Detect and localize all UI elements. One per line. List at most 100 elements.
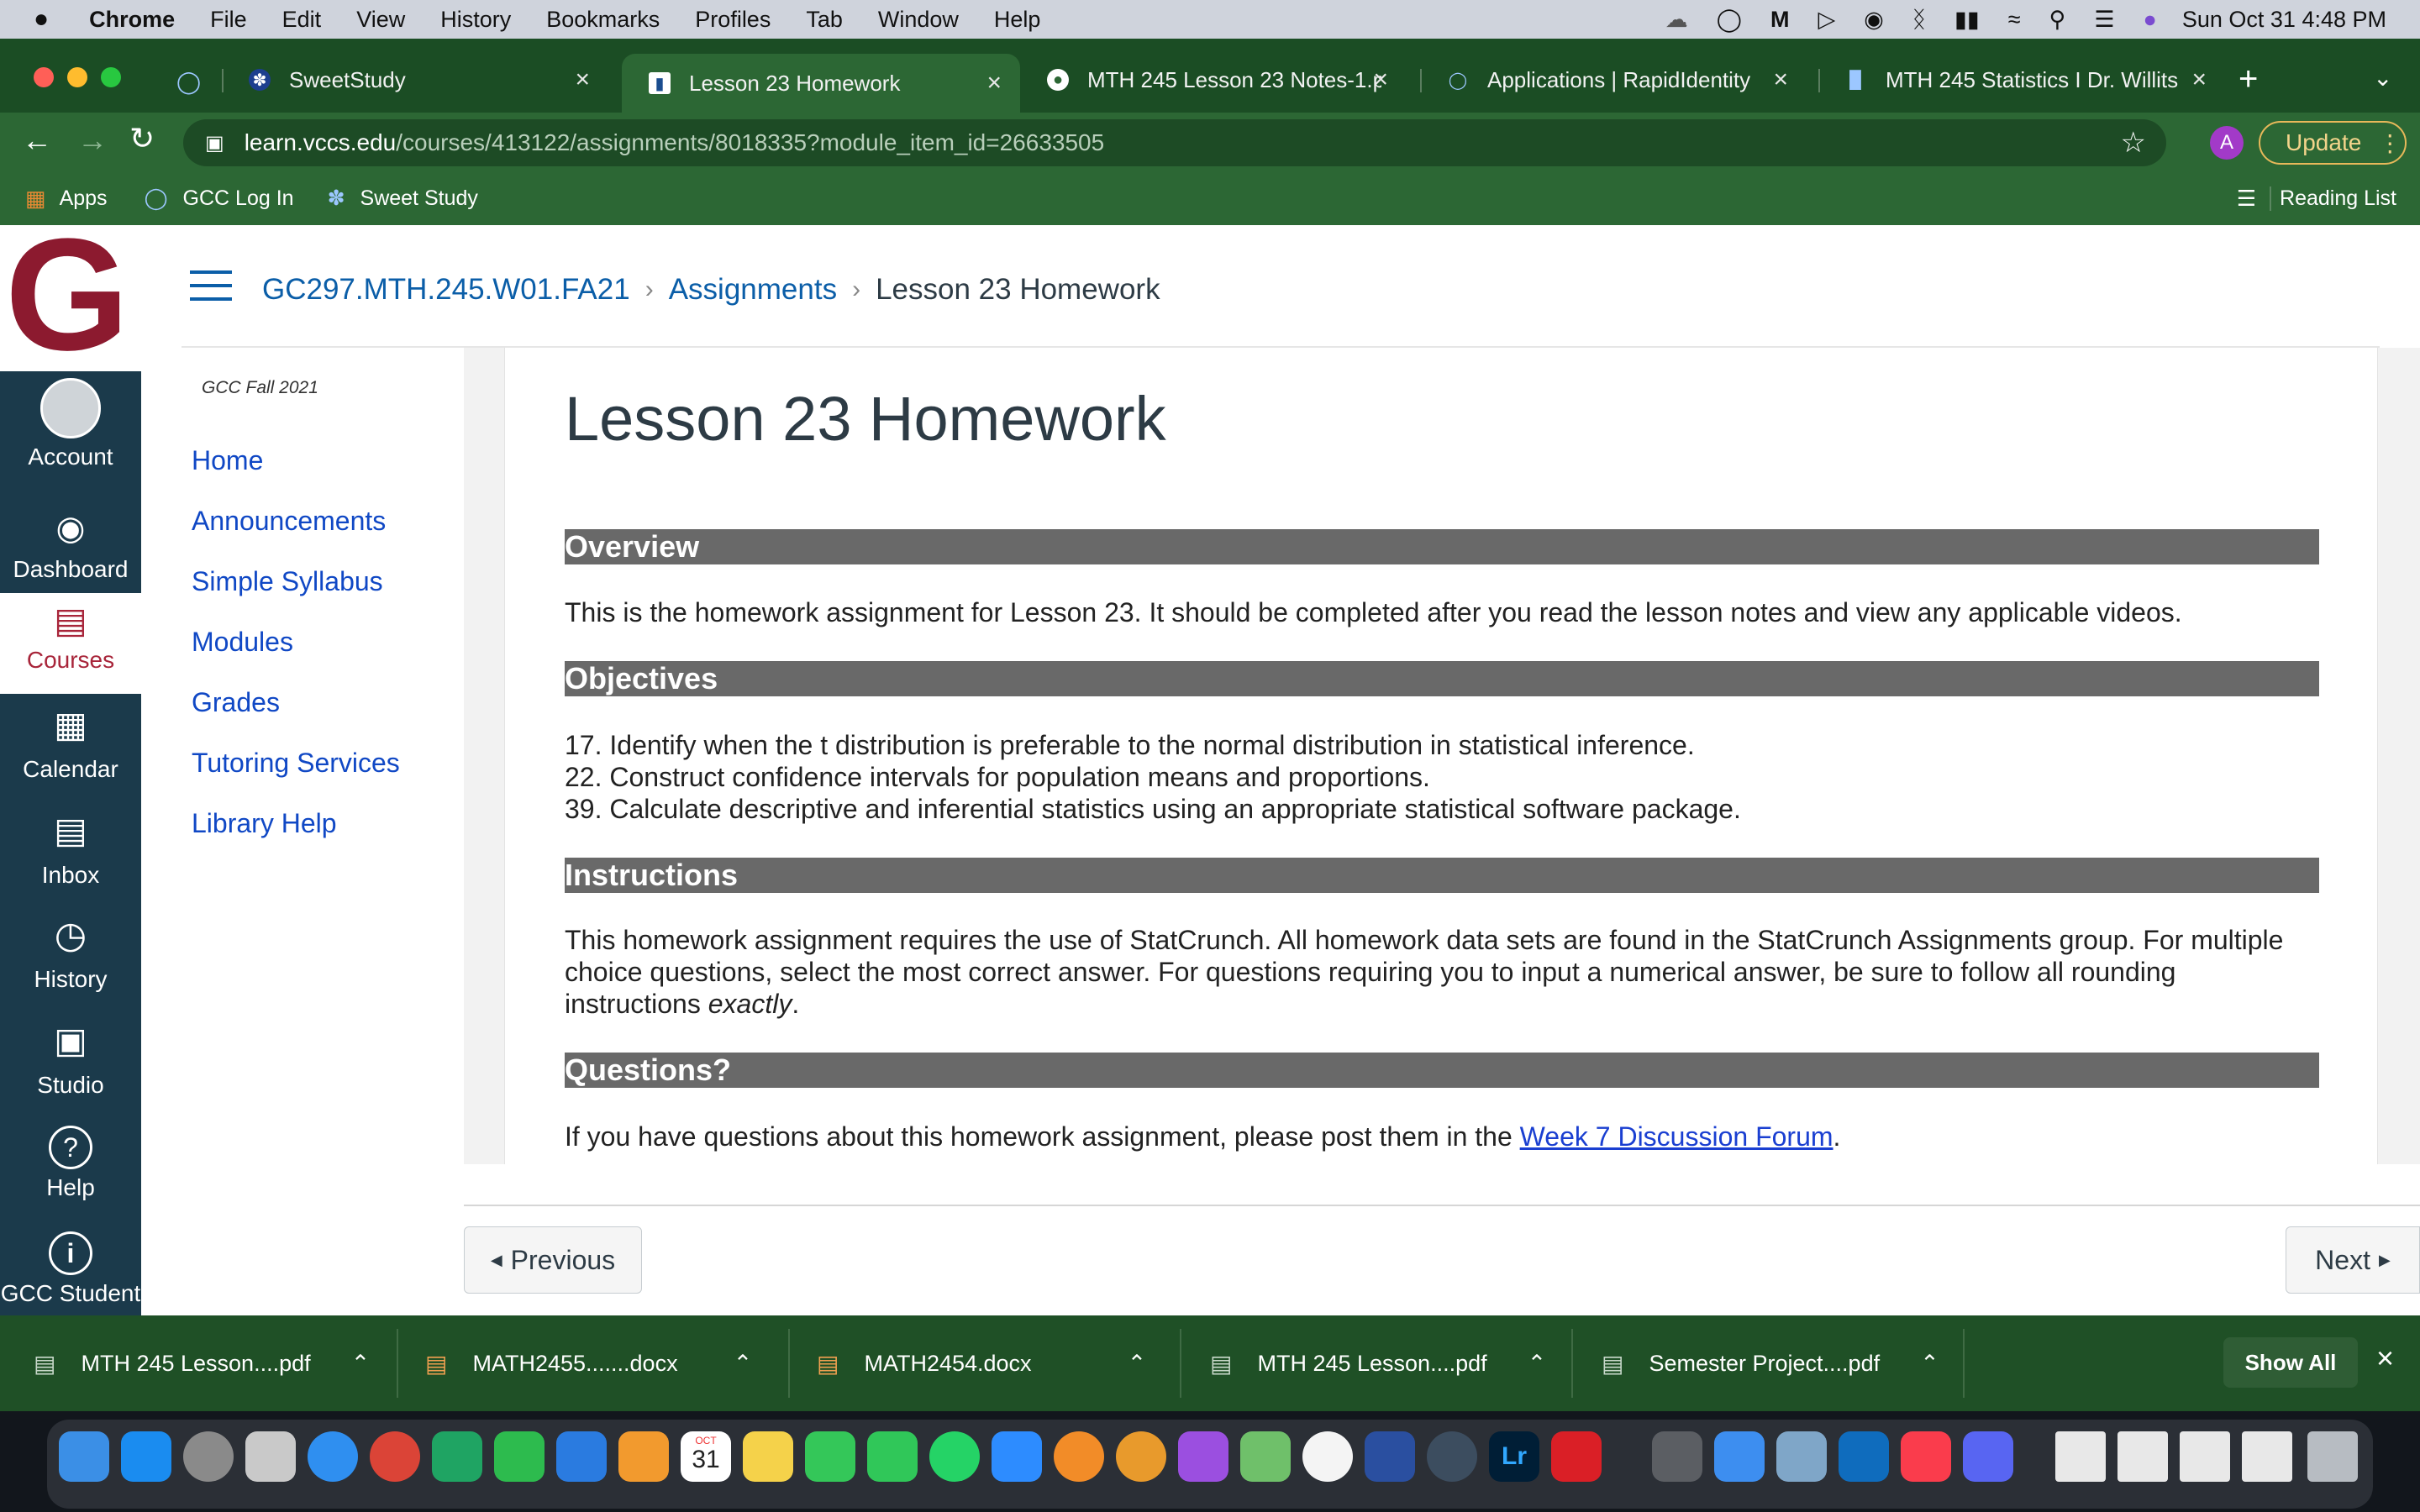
close-tab-icon[interactable]: × <box>986 69 1002 97</box>
window-minimize-button[interactable] <box>67 67 87 87</box>
download-item[interactable]: ▤ Semester Project....pdf ⌃ <box>1602 1315 1939 1411</box>
bookmark-sweet-study[interactable]: Sweet Study <box>360 186 478 211</box>
bookmark-star-icon[interactable]: ☆ <box>2121 126 2146 160</box>
lightroom-icon[interactable]: Lr <box>1489 1431 1539 1482</box>
bluetooth-icon[interactable]: ᛝ <box>1912 7 1926 33</box>
google-drive-icon[interactable] <box>432 1431 482 1482</box>
nav-account[interactable]: Account <box>0 378 141 470</box>
tab-rapididentity[interactable]: ◯ Applications | RapidIdentity × <box>1420 54 1807 106</box>
safari-icon[interactable] <box>308 1431 358 1482</box>
sphere-app-icon[interactable] <box>1116 1431 1166 1482</box>
tab-lesson-23-notes[interactable]: ● MTH 245 Lesson 23 Notes-1.p × <box>1020 54 1407 106</box>
course-nav-announcements[interactable]: Announcements <box>192 491 469 551</box>
close-tab-icon[interactable]: × <box>1773 66 1788 94</box>
chrome-icon[interactable] <box>370 1431 420 1482</box>
menu-help[interactable]: Help <box>994 7 1041 33</box>
photos-icon[interactable] <box>1302 1431 1353 1482</box>
nav-courses[interactable]: ▤ Courses <box>0 593 141 694</box>
close-downloads-icon[interactable]: × <box>2376 1341 2394 1376</box>
siri-icon[interactable]: ● <box>2144 7 2157 33</box>
menubar-clock[interactable]: Sun Oct 31 4:48 PM <box>2182 7 2386 33</box>
menu-tab[interactable]: Tab <box>806 7 843 33</box>
control-center-icon[interactable]: ☰ <box>2094 7 2114 33</box>
menu-profiles[interactable]: Profiles <box>695 7 771 33</box>
menu-window[interactable]: Window <box>878 7 959 33</box>
maps-icon[interactable] <box>1240 1431 1291 1482</box>
pages-icon[interactable] <box>618 1431 669 1482</box>
reading-list-label[interactable]: Reading List <box>2270 186 2396 211</box>
bookmark-gcc-log-in[interactable]: GCC Log In <box>183 186 294 211</box>
battery-icon[interactable]: ▮▮ <box>1954 7 1980 33</box>
new-tab-icon[interactable]: + <box>2238 60 2258 98</box>
zoom-icon[interactable] <box>992 1431 1042 1482</box>
chevron-up-icon[interactable]: ⌃ <box>1128 1351 1147 1377</box>
play-icon[interactable]: ▷ <box>1818 7 1835 33</box>
close-tab-icon[interactable]: × <box>1373 66 1388 94</box>
outlook-icon[interactable] <box>1839 1431 1889 1482</box>
chevron-up-icon[interactable]: ⌃ <box>734 1351 753 1377</box>
nav-inbox[interactable]: ▤ Inbox <box>0 810 141 889</box>
close-tab-icon[interactable]: × <box>575 66 590 94</box>
course-nav-simple-syllabus[interactable]: Simple Syllabus <box>192 551 469 612</box>
course-nav-grades[interactable]: Grades <box>192 672 469 732</box>
forward-arrow-icon[interactable]: → <box>77 123 108 158</box>
tab-mth-245-statistics[interactable]: ▉ MTH 245 Statistics I Dr. Willits × <box>1818 54 2225 106</box>
quicktime-icon[interactable] <box>1427 1431 1477 1482</box>
malwarebytes-icon[interactable]: M <box>1770 7 1790 33</box>
preview-icon[interactable] <box>1776 1431 1827 1482</box>
recent-document-icon[interactable] <box>2055 1431 2106 1482</box>
discord-icon[interactable] <box>1963 1431 2013 1482</box>
app-store-icon[interactable] <box>121 1431 171 1482</box>
podcasts-icon[interactable] <box>1178 1431 1228 1482</box>
creative-cloud-icon[interactable]: ◯ <box>1717 7 1742 33</box>
mail-icon[interactable] <box>1714 1431 1765 1482</box>
recent-document-icon[interactable] <box>2118 1431 2168 1482</box>
reload-icon[interactable]: ↻ <box>129 121 155 156</box>
launchpad-icon[interactable] <box>245 1431 296 1482</box>
course-nav-library-help[interactable]: Library Help <box>192 793 469 853</box>
tab-search-chevron-icon[interactable]: ⌄ <box>2373 64 2392 92</box>
creative-cloud-app-icon[interactable] <box>1551 1431 1602 1482</box>
pinned-tab-canvas-icon[interactable]: ◯ <box>176 69 201 95</box>
nav-studio[interactable]: ▣ Studio <box>0 1020 141 1099</box>
whatsapp-icon[interactable] <box>929 1431 980 1482</box>
close-tab-icon[interactable]: × <box>2191 66 2207 94</box>
chevron-up-icon[interactable]: ⌃ <box>1528 1351 1547 1377</box>
layers-app-icon[interactable] <box>1365 1431 1415 1482</box>
nav-calendar[interactable]: ▦ Calendar <box>0 704 141 783</box>
hamburger-menu-icon[interactable] <box>190 270 232 301</box>
nav-gcc-student[interactable]: i GCC Student <box>0 1231 141 1307</box>
download-item[interactable]: ▤ MTH 245 Lesson....pdf ⌃ <box>34 1315 370 1411</box>
wifi-icon[interactable]: ≈ <box>2008 7 2021 33</box>
keynote-icon[interactable] <box>556 1431 607 1482</box>
download-item[interactable]: ▤ MTH 245 Lesson....pdf ⌃ <box>1210 1315 1546 1411</box>
finder-icon[interactable] <box>59 1431 109 1482</box>
tab-sweetstudy[interactable]: ✽ SweetStudy × <box>222 54 608 106</box>
flower-app-icon[interactable] <box>1054 1431 1104 1482</box>
download-item[interactable]: ▤ MATH2455.......docx ⌃ <box>425 1315 752 1411</box>
menubar-app-name[interactable]: Chrome <box>89 7 175 33</box>
menu-view[interactable]: View <box>356 7 405 33</box>
spotlight-search-icon[interactable]: ⚲ <box>2049 7 2066 33</box>
breadcrumb-assignments[interactable]: Assignments <box>669 273 837 307</box>
system-preferences-icon[interactable] <box>183 1431 234 1482</box>
window-zoom-button[interactable] <box>101 67 121 87</box>
college-logo[interactable]: G <box>0 215 141 375</box>
back-arrow-icon[interactable]: ← <box>22 123 52 158</box>
airdrop-icon[interactable]: ◉ <box>1864 7 1884 33</box>
address-bar[interactable]: ▣ learn.vccs.edu/courses/413122/assignme… <box>183 119 2166 166</box>
previous-button[interactable]: ◀ Previous <box>464 1226 642 1294</box>
chevron-up-icon[interactable]: ⌃ <box>1920 1351 1939 1377</box>
course-nav-tutoring-services[interactable]: Tutoring Services <box>192 732 469 793</box>
lock-icon[interactable]: ▣ <box>205 131 224 155</box>
nav-dashboard[interactable]: ◉ Dashboard <box>0 509 141 583</box>
menu-bookmarks[interactable]: Bookmarks <box>546 7 660 33</box>
download-item[interactable]: ▤ MATH2454.docx ⌃ <box>817 1315 1146 1411</box>
show-all-downloads-button[interactable]: Show All <box>2223 1337 2358 1388</box>
breadcrumb-course[interactable]: GC297.MTH.245.W01.FA21 <box>262 273 630 307</box>
apple-icon[interactable]: ● <box>34 5 49 34</box>
notes-icon[interactable] <box>743 1431 793 1482</box>
music-icon[interactable] <box>1901 1431 1951 1482</box>
course-nav-modules[interactable]: Modules <box>192 612 469 672</box>
recent-document-icon[interactable] <box>2180 1431 2230 1482</box>
